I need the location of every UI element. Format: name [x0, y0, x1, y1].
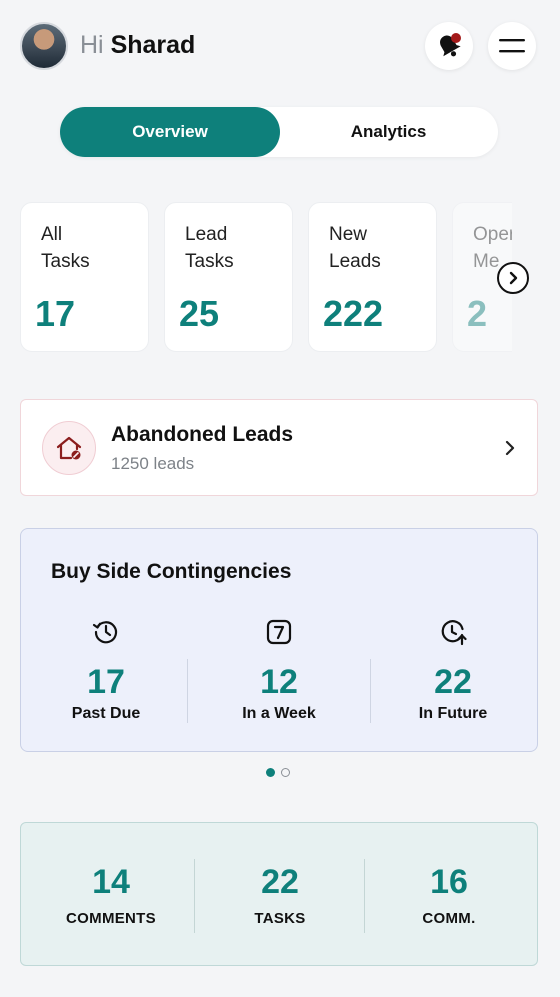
bell-icon	[440, 33, 461, 57]
stat-label-line1: New	[329, 224, 368, 245]
contingency-value: 17	[87, 663, 125, 701]
stat-label: TASKS	[254, 910, 306, 927]
abandoned-leads-title: Abandoned Leads	[111, 423, 294, 446]
contingency-label: In Future	[418, 705, 488, 722]
history-icon	[92, 621, 118, 644]
stat-cards-carousel[interactable]: All Tasks 17 Lead Tasks 25 New Leads 222…	[20, 202, 512, 354]
user-name: Sharad	[110, 31, 196, 59]
app-header: Hi Sharad	[0, 0, 560, 92]
clock-up-icon	[441, 620, 467, 646]
hamburger-menu-icon	[499, 39, 525, 53]
notifications-button[interactable]	[425, 22, 473, 70]
contingency-value: 22	[434, 663, 472, 701]
divider	[187, 659, 188, 723]
stat-comments[interactable]: 14 COMMENTS	[25, 823, 197, 967]
stat-value: 14	[92, 863, 130, 901]
stat-label-line2: Tasks	[41, 251, 90, 272]
chevron-right-icon	[509, 271, 518, 285]
stat-label-line2: Tasks	[185, 251, 234, 272]
stat-label-line1: Oper	[473, 224, 512, 245]
stat-label: Lead Tasks	[185, 221, 285, 275]
page-dot[interactable]	[281, 768, 290, 777]
stat-card-new-leads[interactable]: New Leads 222	[308, 202, 437, 352]
greeting: Hi Sharad	[80, 31, 195, 60]
stat-label-line1: Lead	[185, 224, 228, 245]
contingency-in-a-week[interactable]: 12 In a Week	[196, 617, 362, 727]
view-tabs: Overview Analytics	[60, 107, 498, 157]
tab-analytics[interactable]: Analytics	[279, 107, 498, 157]
activity-stats-card: 14 COMMENTS 22 TASKS 16 COMM.	[20, 822, 538, 966]
stat-label: New Leads	[329, 221, 429, 275]
stat-label: All Tasks	[41, 221, 141, 275]
stat-value: 2	[467, 293, 488, 334]
stat-value: 222	[323, 293, 384, 334]
stat-label: COMM.	[422, 910, 476, 927]
buy-side-contingencies-card[interactable]: Buy Side Contingencies 17 Past Due 12 In…	[20, 528, 538, 752]
stat-card-all-tasks[interactable]: All Tasks 17	[20, 202, 149, 352]
page-indicator	[266, 768, 290, 777]
contingency-label: In a Week	[242, 705, 316, 722]
contingency-value: 12	[260, 663, 298, 701]
abandoned-leads-icon-wrap	[42, 421, 96, 475]
stat-label-line1: All	[41, 224, 63, 245]
stat-value: 25	[179, 293, 220, 334]
stat-value: 22	[261, 863, 299, 901]
avatar[interactable]	[20, 22, 68, 70]
stat-card-lead-tasks[interactable]: Lead Tasks 25	[164, 202, 293, 352]
house-icon	[56, 436, 82, 460]
contingencies-title: Buy Side Contingencies	[51, 560, 292, 583]
calendar-7-icon	[266, 619, 292, 645]
page-dot-active[interactable]	[266, 768, 275, 777]
chevron-right-icon	[505, 440, 515, 456]
stat-value: 16	[430, 863, 468, 901]
stat-value: 17	[35, 293, 76, 334]
greeting-prefix: Hi	[80, 31, 104, 59]
contingency-past-due[interactable]: 17 Past Due	[23, 617, 189, 727]
tab-overview[interactable]: Overview	[60, 107, 280, 157]
contingency-label: Past Due	[71, 705, 141, 722]
abandoned-leads-count: 1250 leads	[111, 454, 195, 473]
contingency-in-future[interactable]: 22 In Future	[370, 617, 536, 727]
stat-tasks[interactable]: 22 TASKS	[194, 823, 366, 967]
stat-comm[interactable]: 16 COMM.	[363, 823, 535, 967]
abandoned-leads-card[interactable]: Abandoned Leads 1250 leads	[20, 399, 538, 496]
carousel-next-button[interactable]	[497, 262, 529, 294]
stat-label-line2: Leads	[329, 251, 381, 272]
menu-button[interactable]	[488, 22, 536, 70]
stat-label: COMMENTS	[66, 910, 156, 927]
